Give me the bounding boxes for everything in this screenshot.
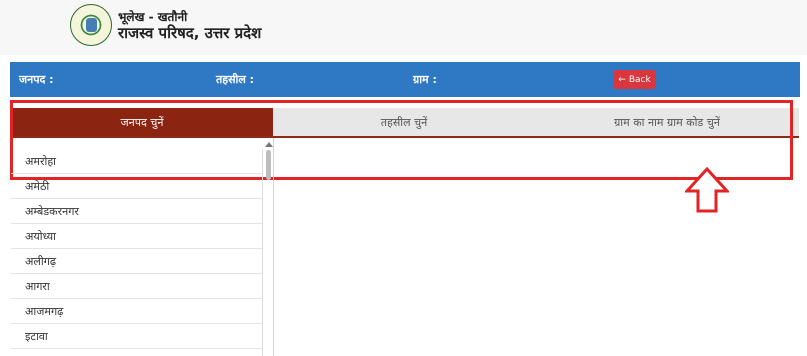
tab-janpad-label: जनपद चुनें bbox=[120, 115, 164, 129]
arrow-left-icon: ← bbox=[618, 74, 626, 85]
filter-bar: जनपद : तहसील : ग्राम : ← Back bbox=[10, 62, 800, 97]
list-item[interactable]: अमरोहा bbox=[11, 149, 262, 174]
tab-tehsil-label: तहसील चुनें bbox=[380, 115, 428, 129]
district-list: अमरोहा अमेठी अम्बेडकरनगर अयोध्या अलीगढ़ … bbox=[11, 149, 263, 356]
panel-divider bbox=[273, 138, 274, 356]
list-item[interactable]: अयोध्या bbox=[11, 224, 262, 249]
scroll-up-arrow[interactable] bbox=[265, 142, 273, 147]
tab-gram[interactable]: ग्राम का नाम ग्राम कोड चुनें bbox=[535, 108, 799, 136]
janpad-label: जनपद : bbox=[19, 73, 54, 86]
list-item[interactable]: आजमगढ़ bbox=[11, 299, 262, 324]
tab-gram-label: ग्राम का नाम ग्राम कोड चुनें bbox=[614, 115, 720, 129]
back-button-label: Back bbox=[628, 74, 651, 85]
list-item[interactable]: अम्बेडकरनगर bbox=[11, 199, 262, 224]
scrollbar-thumb[interactable] bbox=[266, 150, 271, 180]
list-item[interactable]: अलीगढ़ bbox=[11, 249, 262, 274]
emblem-seal-icon bbox=[70, 4, 112, 46]
list-item[interactable]: इटावा bbox=[11, 324, 262, 349]
site-title: राजस्व परिषद, उत्तर प्रदेश bbox=[118, 24, 262, 42]
tehsil-label: तहसील : bbox=[216, 73, 255, 86]
list-item[interactable]: आगरा bbox=[11, 274, 262, 299]
selection-tabs: जनपद चुनें तहसील चुनें ग्राम का नाम ग्रा… bbox=[11, 108, 799, 138]
gram-label: ग्राम : bbox=[413, 73, 437, 86]
site-header: भूलेख - खतौनी राजस्व परिषद, उत्तर प्रदेश bbox=[0, 0, 807, 55]
back-button[interactable]: ← Back bbox=[613, 70, 656, 89]
tab-tehsil[interactable]: तहसील चुनें bbox=[273, 108, 535, 136]
tab-janpad[interactable]: जनपद चुनें bbox=[11, 108, 273, 136]
up-arrow-outline-icon bbox=[685, 167, 729, 213]
list-item[interactable]: अमेठी bbox=[11, 174, 262, 199]
